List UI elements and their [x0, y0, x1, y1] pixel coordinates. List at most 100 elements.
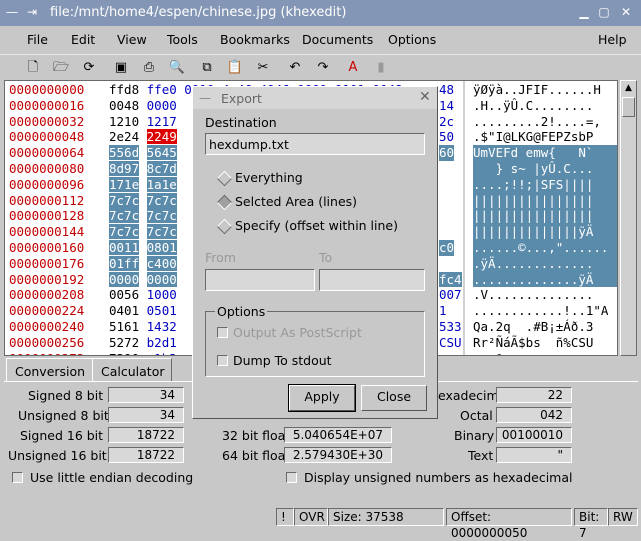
copy-icon[interactable]: ⧉ — [198, 59, 216, 77]
hex-word-partial[interactable]: 14 — [439, 98, 454, 114]
hex-word-partial[interactable]: 2c — [439, 114, 454, 130]
hex-word[interactable]: 0401 — [109, 303, 139, 318]
hex-word[interactable]: 8c7d — [146, 161, 177, 176]
hex-bytes[interactable]: 0048 0000 — [109, 98, 177, 114]
hex-word-partial[interactable]: 007 — [439, 287, 462, 303]
octal-field[interactable]: 042 — [496, 407, 572, 423]
hex-word[interactable]: 171e — [109, 176, 140, 192]
apply-button[interactable]: Apply — [288, 384, 356, 412]
from-input[interactable] — [205, 269, 315, 291]
hex-bytes[interactable]: 171e 1a1e — [109, 176, 177, 193]
undo-icon[interactable]: ↶ — [286, 59, 304, 77]
hex-bytes[interactable]: 7390 a1b2 — [109, 351, 177, 355]
ascii-text[interactable]: s.¡².......... — [473, 351, 578, 355]
dialog-close-icon[interactable]: ✕ — [419, 89, 431, 105]
ascii-text[interactable]: .H..ÿÛ.C........ — [473, 98, 593, 114]
hex-word[interactable]: ffe0 — [147, 82, 177, 97]
hex-word-partial[interactable]: fc4 — [439, 271, 462, 288]
hex-word[interactable]: 7c7c — [146, 208, 177, 224]
close-button[interactable]: Close — [361, 385, 427, 411]
hex-bytes[interactable]: 8d97 8c7d — [109, 161, 177, 177]
hex-bytes[interactable]: 0011 0801 — [109, 240, 177, 256]
hex-word-partial[interactable]: 50 — [439, 129, 454, 145]
hex-word[interactable]: a1b2 — [147, 351, 177, 355]
output-postscript-checkbox[interactable] — [217, 327, 228, 338]
hex-word-partial[interactable]: 60 — [439, 145, 455, 161]
little-endian-checkbox[interactable] — [12, 472, 23, 483]
hex-word[interactable]: ffd8 — [109, 82, 139, 97]
cut-icon[interactable]: ✂ — [254, 59, 272, 77]
hex-word[interactable]: 2e24 — [109, 129, 139, 144]
ascii-text[interactable]: .ÿÄ............. — [473, 255, 617, 272]
hex-word[interactable]: 1432 — [147, 319, 177, 334]
scroll-up-icon[interactable]: ▲ — [622, 82, 635, 95]
tab-conversion[interactable]: Conversion — [6, 358, 94, 382]
display-unsigned-checkbox[interactable] — [286, 472, 297, 483]
unsigned8-field[interactable]: 34 — [108, 407, 184, 423]
radio-selected-area[interactable] — [216, 194, 233, 211]
hex-word[interactable]: 7c7c — [109, 224, 140, 240]
ascii-text[interactable]: |||||||||||||||| — [473, 192, 617, 209]
menu-bookmarks[interactable]: Bookmarks — [220, 32, 290, 47]
signed16-field[interactable]: 18722 — [108, 427, 184, 443]
hex-word-partial[interactable]: CSU — [439, 335, 462, 351]
to-input[interactable] — [319, 269, 425, 291]
spellcheck-icon[interactable]: A — [344, 59, 362, 77]
scrollbar-thumb[interactable] — [622, 97, 635, 117]
hex-word[interactable]: 0501 — [147, 303, 177, 318]
signed8-field[interactable]: 34 — [108, 387, 184, 403]
new-icon[interactable]: 🗋 — [24, 59, 42, 77]
radio-everything[interactable] — [216, 170, 233, 187]
menu-view[interactable]: View — [117, 32, 147, 47]
hex-word[interactable]: 7c7c — [109, 192, 140, 208]
hex-word[interactable]: 1210 — [109, 114, 139, 129]
paste-icon[interactable]: 📋 — [226, 59, 244, 77]
ascii-text[interactable]: ......©...,"...... — [473, 240, 617, 256]
redo-icon[interactable]: ↷ — [314, 59, 332, 77]
menu-file[interactable]: File — [27, 32, 48, 47]
hex-word-partial[interactable]: c0 — [439, 240, 455, 256]
hex-word[interactable]: 2249 — [146, 129, 177, 145]
hex-word[interactable]: 0011 — [109, 240, 140, 255]
ascii-text[interactable]: ..............ÿÄ — [473, 271, 617, 288]
ascii-text[interactable]: Qa.2q .#B¡±Áð.3 — [473, 319, 593, 335]
menu-options[interactable]: Options — [388, 32, 436, 47]
menu-help[interactable]: Help — [598, 32, 627, 47]
close-window-icon[interactable]: ✕ — [618, 5, 634, 21]
maximize-icon[interactable]: ▢ — [596, 5, 612, 21]
ascii-text[interactable]: Rr²ÑáÃ$bs ñ%CSU — [473, 335, 593, 351]
hex-word[interactable]: 7c7c — [146, 192, 177, 208]
window-menu-icon[interactable]: — — [4, 5, 20, 21]
binary-field[interactable]: 00100010 — [496, 427, 572, 443]
hex-word[interactable]: 0801 — [146, 240, 177, 255]
menu-documents[interactable]: Documents — [302, 32, 373, 47]
hex-bytes[interactable]: 01ff c400 — [109, 255, 177, 272]
print-preview-icon[interactable]: 🔍 — [168, 59, 186, 77]
hex-bytes[interactable]: 556d 5645 — [109, 145, 177, 161]
menu-edit[interactable]: Edit — [71, 32, 95, 47]
hex-word[interactable]: b2d1 — [147, 335, 177, 350]
pin-icon[interactable]: ⇥ — [24, 5, 40, 21]
hex-word[interactable]: 0048 — [109, 98, 139, 113]
hex-bytes[interactable]: 7c7c 7c7c — [109, 224, 177, 240]
hex-word[interactable]: 556d — [109, 145, 140, 161]
ascii-text[interactable]: .V.............. — [473, 287, 593, 303]
hex-bytes[interactable]: 0401 0501 — [109, 303, 177, 319]
hex-bytes[interactable]: 0000 0000 — [109, 271, 177, 288]
ascii-text[interactable]: .$"I@LKG@FEPZsbP — [473, 129, 593, 145]
dump-stdout-checkbox[interactable] — [217, 355, 228, 366]
float32-field[interactable]: 5.040654E+07 — [284, 427, 392, 443]
vertical-scrollbar[interactable]: ▲ — [620, 80, 637, 356]
ascii-text[interactable]: |||||||||||||||| — [473, 208, 617, 225]
dialog-menu-icon[interactable]: — — [199, 91, 211, 105]
hex-word[interactable]: 5161 — [109, 319, 139, 334]
hex-word-partial[interactable]: 533 — [439, 319, 462, 335]
hex-word[interactable]: 5272 — [109, 335, 139, 350]
ascii-text[interactable]: .........2!....=, — [473, 114, 601, 130]
hex-word[interactable]: 01ff — [109, 255, 140, 271]
hex-word[interactable]: 5645 — [146, 145, 177, 161]
float64-field[interactable]: 2.579430E+30 — [284, 447, 392, 463]
hex-word[interactable]: 1a1e — [146, 176, 177, 192]
hex-word-partial[interactable]: 1 — [439, 303, 447, 319]
reload-icon[interactable]: ⟳ — [80, 59, 98, 77]
